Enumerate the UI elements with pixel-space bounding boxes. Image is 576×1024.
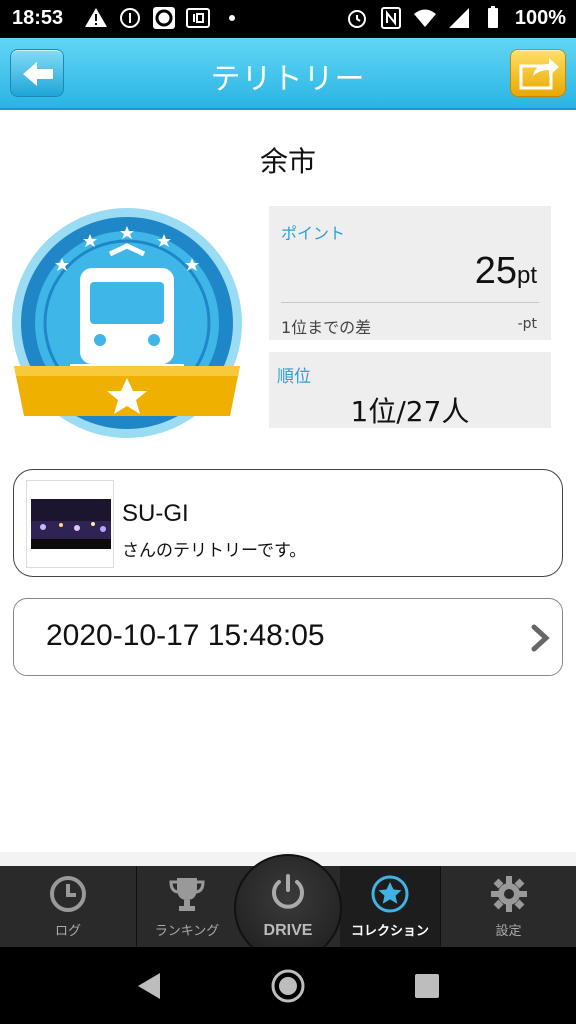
owner-caption: さんのテリトリーです。 bbox=[122, 541, 307, 561]
tab-ranking-label: ランキング bbox=[154, 924, 220, 939]
app-c-icon bbox=[153, 7, 175, 29]
signal-icon bbox=[448, 8, 469, 28]
territory-name: 余市 bbox=[259, 145, 316, 178]
rank-panel: 順位 1位/27人 bbox=[269, 352, 551, 428]
dot-icon bbox=[229, 15, 235, 21]
points-value: 25pt bbox=[475, 250, 537, 293]
status-bar: 18:53 100% bbox=[0, 0, 576, 38]
owner-avatar bbox=[26, 480, 114, 568]
timestamp: 2020-10-17 15:48:05 bbox=[46, 619, 325, 652]
wifi-icon bbox=[413, 9, 436, 27]
tab-collection-label: コレクション bbox=[350, 924, 429, 939]
chevron-right-icon bbox=[531, 624, 550, 652]
star-circle-icon bbox=[371, 875, 409, 913]
nav-recents-icon[interactable] bbox=[406, 969, 446, 1003]
alarm-icon bbox=[347, 10, 366, 28]
owner-name: SU-GI bbox=[122, 500, 189, 527]
diff-to-first-label: 1位までの差 bbox=[281, 318, 372, 337]
clock-icon bbox=[50, 876, 86, 912]
page-title: テリトリー bbox=[210, 62, 366, 97]
tab-log[interactable]: ログ bbox=[0, 866, 136, 947]
owner-photo bbox=[31, 499, 111, 549]
warning-icon bbox=[85, 8, 107, 27]
battery-icon bbox=[487, 6, 498, 28]
drive-label: DRIVE bbox=[263, 922, 313, 939]
tab-ranking[interactable]: ランキング bbox=[137, 866, 237, 947]
points-label: ポイント bbox=[281, 224, 346, 243]
owner-card[interactable]: SU-GI さんのテリトリーです。 bbox=[13, 469, 563, 577]
battery-level: 100% bbox=[514, 6, 566, 29]
rank-value: 1位/27人 bbox=[350, 395, 470, 428]
share-icon bbox=[519, 58, 559, 90]
title-bar: テリトリー bbox=[0, 38, 576, 110]
rank-label: 順位 bbox=[277, 367, 311, 387]
nfc-icon bbox=[380, 7, 401, 29]
power-icon bbox=[272, 874, 304, 909]
tab-settings[interactable]: 設定 bbox=[441, 866, 576, 947]
status-time: 18:53 bbox=[12, 7, 64, 29]
diff-to-first-value: -pt bbox=[517, 316, 537, 332]
system-nav-bar bbox=[0, 947, 576, 1024]
info-icon bbox=[120, 8, 140, 28]
tab-log-label: ログ bbox=[54, 924, 81, 939]
drive-button[interactable]: DRIVE bbox=[234, 854, 342, 962]
history-row[interactable]: 2020-10-17 15:48:05 bbox=[13, 598, 563, 676]
notification-icons bbox=[84, 6, 244, 30]
trophy-icon bbox=[169, 878, 205, 911]
divider bbox=[281, 302, 539, 303]
share-button[interactable] bbox=[510, 49, 566, 97]
tab-settings-label: 設定 bbox=[495, 924, 522, 939]
app-id-icon bbox=[186, 8, 210, 28]
points-number: 25 bbox=[474, 250, 517, 292]
gear-icon bbox=[490, 876, 527, 912]
points-panel: ポイント 25pt 1位までの差 -pt bbox=[269, 206, 551, 340]
tab-collection[interactable]: コレクション bbox=[340, 866, 440, 947]
system-icons: 100% bbox=[345, 6, 566, 30]
nav-home-icon[interactable] bbox=[268, 969, 308, 1003]
points-unit: pt bbox=[516, 262, 537, 289]
night-scene-image bbox=[31, 499, 111, 549]
train-badge-icon bbox=[12, 208, 242, 438]
nav-back-icon[interactable] bbox=[130, 969, 170, 1003]
